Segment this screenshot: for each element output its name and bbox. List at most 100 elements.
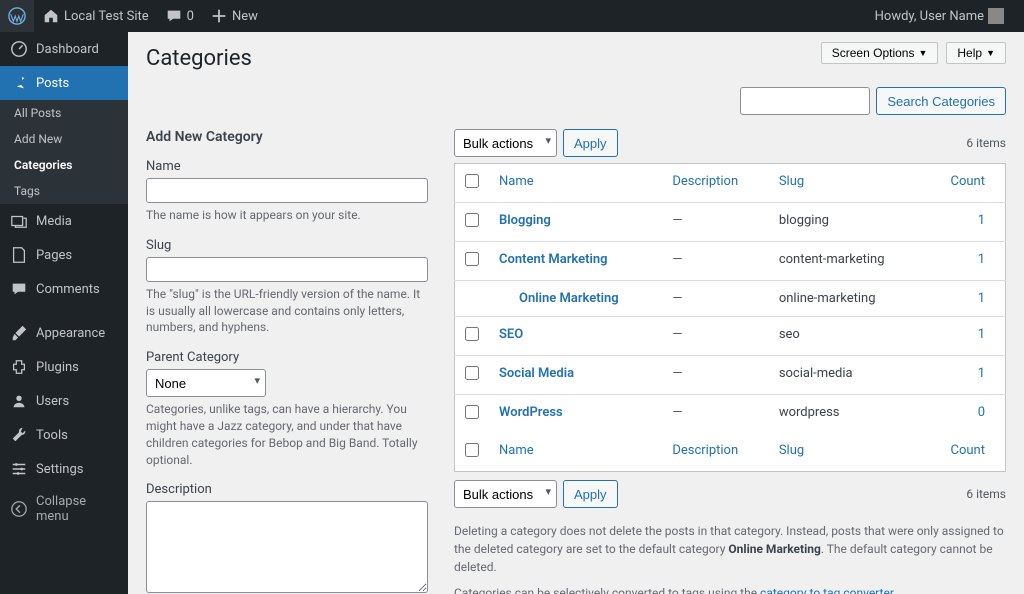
my-account-link[interactable]: Howdy, User Name [867,0,1012,32]
category-description: — [662,395,769,434]
row-checkbox[interactable] [465,252,479,266]
howdy-text: Howdy, User Name [875,9,984,24]
category-count-link[interactable]: 1 [978,327,985,342]
search-button[interactable]: Search Categories [876,87,1006,115]
dashboard-icon [10,40,28,58]
description-input[interactable] [146,501,428,593]
category-name-link[interactable]: SEO [499,327,523,342]
description-label: Description [146,482,428,497]
bulk-actions-select-top[interactable]: Bulk actions [454,129,557,157]
bulk-actions-select-bottom[interactable]: Bulk actions [454,480,557,508]
sidebar-item-settings[interactable]: Settings [0,452,128,486]
sidebar-item-label: Comments [36,282,100,297]
help-button[interactable]: Help ▼ [946,42,1006,64]
form-heading: Add New Category [146,129,428,145]
table-row: Content Marketing—content-marketing1 [455,242,1006,281]
site-name-link[interactable]: Local Test Site [34,0,157,32]
slug-input[interactable] [146,257,428,282]
category-name-link[interactable]: Blogging [499,213,551,228]
search-input[interactable] [740,87,870,115]
select-all-checkbox-footer[interactable] [465,443,479,457]
sidebar-item-collapse[interactable]: Collapse menu [0,486,128,532]
column-description-footer[interactable]: Description [662,433,769,472]
name-input[interactable] [146,178,428,203]
row-checkbox[interactable] [465,366,479,380]
column-slug-footer[interactable]: Slug [769,433,925,472]
sidebar-item-posts[interactable]: Posts [0,66,128,100]
sidebar-item-label: Settings [36,462,83,477]
admin-sidebar: Dashboard Posts All Posts Add New Catego… [0,32,128,594]
sidebar-item-dashboard[interactable]: Dashboard [0,32,128,66]
column-count[interactable]: Count [925,164,1006,203]
category-slug: social-media [769,356,925,395]
wp-logo[interactable] [0,0,34,32]
sidebar-item-pages[interactable]: Pages [0,238,128,272]
category-name-link[interactable]: Social Media [499,366,574,381]
admin-toolbar: Local Test Site 0 New Howdy, User Name [0,0,1024,32]
select-all-footer[interactable] [455,433,490,472]
categories-table: Name Description Slug Count Blogging—blo… [454,163,1006,472]
sliders-icon [10,460,28,478]
comment-icon [165,7,183,25]
category-slug: online-marketing [769,281,925,317]
select-all-checkbox[interactable] [465,174,479,188]
sidebar-item-users[interactable]: Users [0,384,128,418]
sidebar-item-label: Plugins [36,360,79,375]
column-description[interactable]: Description [662,164,769,203]
home-icon [42,7,60,25]
category-count-link[interactable]: 1 [978,252,985,267]
sidebar-item-comments[interactable]: Comments [0,272,128,306]
media-icon [10,212,28,230]
apply-button-top[interactable]: Apply [563,129,618,157]
row-checkbox[interactable] [465,405,479,419]
comment-icon [10,280,28,298]
submenu-tags[interactable]: Tags [0,178,128,204]
items-count-top: 6 items [966,136,1006,150]
new-content-link[interactable]: New [202,0,266,32]
row-checkbox[interactable] [465,327,479,341]
category-count-link[interactable]: 1 [978,291,985,306]
select-all-header[interactable] [455,164,490,203]
comments-link[interactable]: 0 [157,0,202,32]
category-name-link[interactable]: Online Marketing [519,291,619,306]
parent-select[interactable]: None [146,369,266,397]
user-icon [10,392,28,410]
column-name-footer[interactable]: Name [489,433,662,472]
row-checkbox[interactable] [465,213,479,227]
column-slug[interactable]: Slug [769,164,925,203]
posts-submenu: All Posts Add New Categories Tags [0,100,128,204]
sidebar-item-label: Media [36,214,72,229]
plus-icon [210,7,228,25]
submenu-label: All Posts [14,106,61,120]
footer-notes: Deleting a category does not delete the … [454,522,1006,594]
name-hint: The name is how it appears on your site. [146,207,428,224]
submenu-add-new[interactable]: Add New [0,126,128,152]
table-row: Blogging—blogging1 [455,203,1006,242]
sidebar-item-plugins[interactable]: Plugins [0,350,128,384]
add-category-form: Add New Category Name The name is how it… [146,129,428,594]
pin-icon [10,74,28,92]
plugin-icon [10,358,28,376]
screen-options-button[interactable]: Screen Options ▼ [821,42,939,64]
slug-hint: The "slug" is the URL-friendly version o… [146,286,428,336]
sidebar-item-media[interactable]: Media [0,204,128,238]
sidebar-item-appearance[interactable]: Appearance [0,316,128,350]
category-name-link[interactable]: WordPress [499,405,563,420]
page-icon [10,246,28,264]
submenu-all-posts[interactable]: All Posts [0,100,128,126]
column-name[interactable]: Name [489,164,662,203]
submenu-categories[interactable]: Categories [0,152,128,178]
table-row: SEO—seo1 [455,317,1006,356]
category-name-link[interactable]: Content Marketing [499,252,608,267]
category-count-link[interactable]: 1 [978,366,985,381]
column-count-footer[interactable]: Count [925,433,1006,472]
sidebar-item-tools[interactable]: Tools [0,418,128,452]
sidebar-item-label: Dashboard [36,42,99,57]
submenu-label: Add New [14,132,62,146]
category-count-link[interactable]: 0 [978,405,985,420]
converter-link[interactable]: category to tag converter [760,586,893,594]
category-count-link[interactable]: 1 [978,213,985,228]
apply-button-bottom[interactable]: Apply [563,480,618,508]
submenu-label: Categories [14,158,72,172]
sidebar-item-label: Pages [36,248,72,263]
